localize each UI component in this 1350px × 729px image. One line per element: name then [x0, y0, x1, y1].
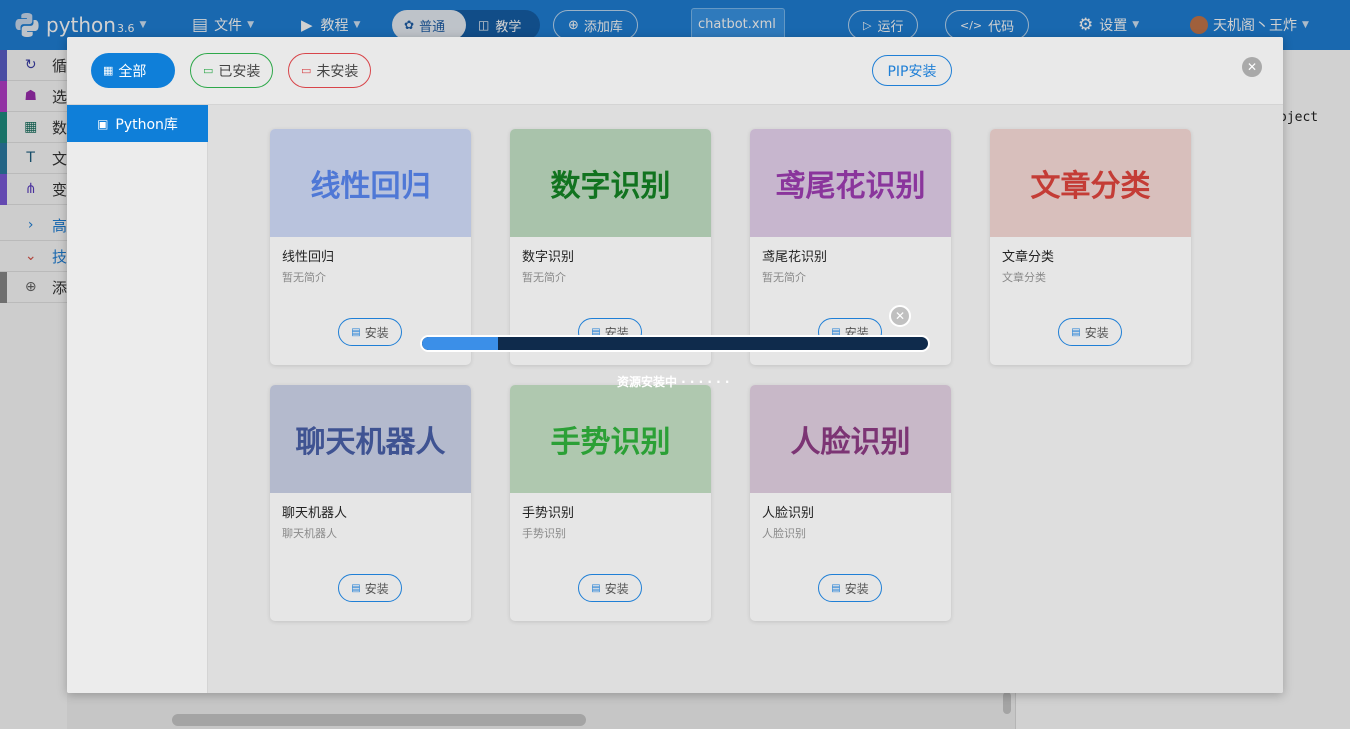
card-description: 暂无简介 [282, 271, 326, 284]
filter-uninstalled-label: 未安装 [316, 63, 359, 80]
card-description: 聊天机器人 [282, 527, 337, 540]
card-banner: 数字识别 [510, 129, 711, 237]
package-icon: ▤ [831, 582, 841, 594]
install-button[interactable]: ▤ 安装 [818, 574, 882, 602]
library-card[interactable]: 鸢尾花识别 鸢尾花识别 暂无简介 ▤ 安装 [750, 129, 951, 365]
library-card[interactable]: 文章分类 文章分类 文章分类 ▤ 安装 [990, 129, 1191, 365]
card-description: 暂无简介 [762, 271, 806, 284]
package-icon: ▤ [351, 582, 361, 594]
filter-installed-label: 已安装 [218, 63, 261, 80]
filter-all-button[interactable]: ▦ 全部 [91, 53, 175, 88]
install-progress-fill [422, 337, 498, 350]
install-button[interactable]: ▤ 安装 [578, 574, 642, 602]
card-title: 线性回归 [282, 250, 335, 265]
card-banner: 文章分类 [990, 129, 1191, 237]
card-description: 人脸识别 [762, 527, 806, 540]
cancel-install-close-icon[interactable]: ✕ [889, 305, 911, 327]
install-label: 安装 [364, 325, 389, 340]
close-icon[interactable]: ✕ [1242, 57, 1262, 77]
card-title: 鸢尾花识别 [762, 250, 828, 265]
install-label: 安装 [604, 581, 629, 596]
filter-all-label: 全部 [118, 63, 147, 80]
pip-install-label: PIP安装 [887, 63, 937, 80]
card-banner: 线性回归 [270, 129, 471, 237]
card-description: 手势识别 [522, 527, 566, 540]
install-label: 安装 [844, 581, 869, 596]
filter-uninstalled-button[interactable]: ▭ 未安装 [288, 53, 371, 88]
card-title: 手势识别 [522, 506, 575, 521]
install-button[interactable]: ▤ 安装 [338, 318, 402, 346]
library-card[interactable]: 手势识别 手势识别 手势识别 ▤ 安装 [510, 385, 711, 621]
card-title: 文章分类 [1002, 250, 1055, 265]
card-description: 暂无简介 [522, 271, 566, 284]
modal-header: ▦ 全部 ▭ 已安装 ▭ 未安装 PIP安装 ✕ [67, 37, 1283, 105]
category-label: Python库 [115, 116, 178, 133]
clipboard-icon: ▣ [97, 116, 109, 131]
install-progress-bar [420, 335, 930, 352]
install-status-text: 资源安装中 · · · · · · [617, 375, 730, 389]
install-button[interactable]: ▤ 安装 [1058, 318, 1122, 346]
library-card[interactable]: 线性回归 线性回归 暂无简介 ▤ 安装 [270, 129, 471, 365]
package-icon: ▤ [1071, 326, 1081, 338]
install-label: 安装 [364, 581, 389, 596]
grid-icon: ▦ [103, 64, 114, 77]
card-title: 数字识别 [522, 250, 575, 265]
monitor-check-icon: ▭ [203, 64, 214, 77]
filter-installed-button[interactable]: ▭ 已安装 [190, 53, 273, 88]
pip-install-button[interactable]: PIP安装 [872, 55, 952, 86]
card-banner: 聊天机器人 [270, 385, 471, 493]
library-category-list: ▣ Python库 [67, 105, 208, 693]
package-icon: ▤ [351, 326, 361, 338]
monitor-x-icon: ▭ [301, 64, 312, 77]
install-button[interactable]: ▤ 安装 [338, 574, 402, 602]
card-banner: 手势识别 [510, 385, 711, 493]
category-python-library[interactable]: ▣ Python库 [67, 105, 208, 142]
library-card[interactable]: 聊天机器人 聊天机器人 聊天机器人 ▤ 安装 [270, 385, 471, 621]
card-title: 聊天机器人 [282, 506, 348, 521]
card-title: 人脸识别 [762, 506, 815, 521]
card-description: 文章分类 [1002, 271, 1046, 284]
package-icon: ▤ [591, 582, 601, 594]
library-card[interactable]: 人脸识别 人脸识别 人脸识别 ▤ 安装 [750, 385, 951, 621]
install-label: 安装 [1084, 325, 1109, 340]
library-card[interactable]: 数字识别 数字识别 暂无简介 ▤ 安装 [510, 129, 711, 365]
card-banner: 人脸识别 [750, 385, 951, 493]
card-banner: 鸢尾花识别 [750, 129, 951, 237]
